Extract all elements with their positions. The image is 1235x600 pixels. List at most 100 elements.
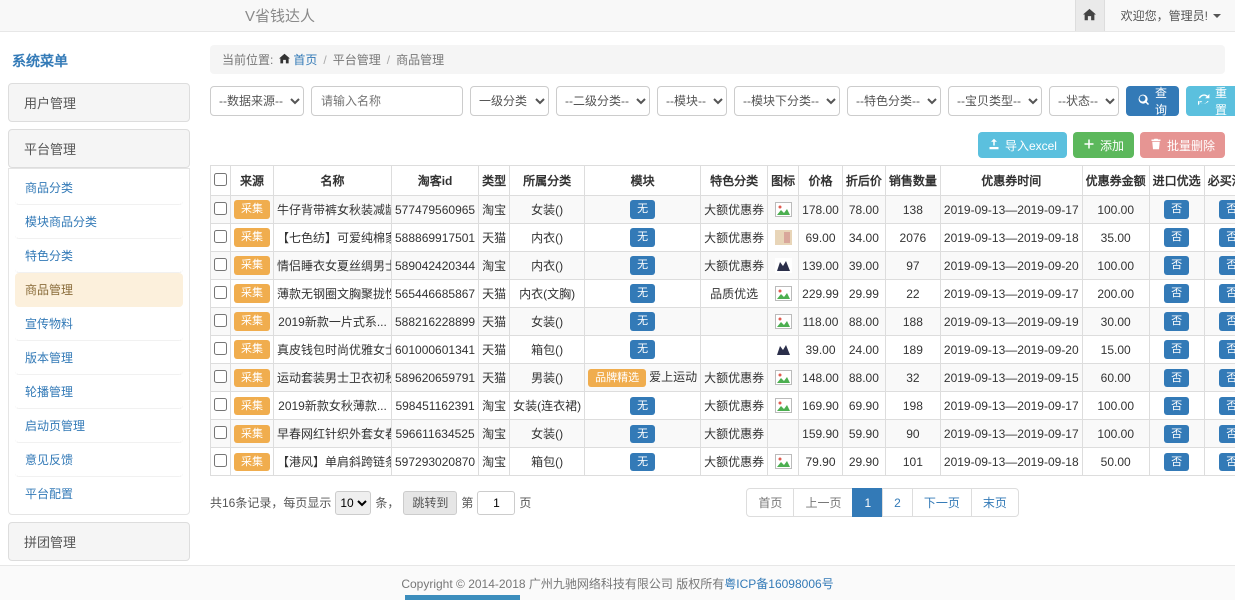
import-select-badge[interactable]: 否 (1164, 228, 1189, 246)
sidebar-item[interactable]: 宣传物料 (15, 307, 183, 341)
page-button[interactable]: 2 (882, 488, 913, 517)
icp-link[interactable]: 粤ICP备16098006号 (724, 575, 833, 592)
filter-select[interactable]: --特色分类-- (847, 86, 941, 116)
batch-delete-button[interactable]: 批量删除 (1140, 132, 1225, 158)
row-checkbox[interactable] (214, 230, 227, 243)
jump-button[interactable]: 跳转到 (403, 491, 457, 515)
sidebar-item[interactable]: 意见反馈 (15, 443, 183, 477)
per-page-select[interactable]: 10 (335, 491, 371, 515)
source-cell: 采集 (231, 196, 274, 224)
table-row: 采集2019新款女秋薄款...598451162391淘宝女装(连衣裙)无大额优… (211, 392, 1235, 420)
filter-select[interactable]: --数据来源-- (210, 86, 304, 116)
filter-select[interactable]: --状态-- (1049, 86, 1119, 116)
table-row: 采集运动套装男士卫衣初秋...589620659791天猫男装()品牌精选爱上运… (211, 364, 1235, 392)
must-buy-badge[interactable]: 否 (1219, 256, 1235, 274)
import-select-cell: 否 (1149, 252, 1204, 280)
page-number-input[interactable] (477, 491, 515, 515)
row-checkbox[interactable] (214, 342, 227, 355)
coupon-time: 2019-09-13—2019-09-15 (940, 364, 1082, 392)
must-buy-badge[interactable]: 否 (1219, 340, 1235, 358)
taoke-id: 598451162391 (392, 392, 479, 420)
row-select-cell (211, 308, 231, 336)
bottom-blue-bar (405, 595, 520, 600)
must-buy-badge[interactable]: 否 (1219, 453, 1235, 471)
breadcrumb-item: 平台管理 (333, 51, 381, 68)
row-checkbox[interactable] (214, 258, 227, 271)
user-menu[interactable]: 欢迎您，管理员! (1105, 7, 1235, 24)
row-checkbox[interactable] (214, 398, 227, 411)
must-buy-cell: 否 (1204, 392, 1235, 420)
import-select-badge[interactable]: 否 (1164, 369, 1189, 387)
filter-select[interactable]: --二级分类-- (556, 86, 650, 116)
row-checkbox[interactable] (214, 454, 227, 467)
sidebar-item[interactable]: 特色分类 (15, 239, 183, 273)
product-type: 淘宝 (479, 252, 510, 280)
sidebar-group-header[interactable]: 平台管理 (8, 129, 190, 168)
icon-cell (768, 336, 799, 364)
import-select-badge[interactable]: 否 (1164, 284, 1189, 302)
sales-count: 97 (885, 252, 940, 280)
search-button[interactable]: 查询 (1126, 86, 1179, 116)
import-select-badge[interactable]: 否 (1164, 397, 1189, 415)
import-select-badge[interactable]: 否 (1164, 453, 1189, 471)
product-name: 薄款无钢圈文胸聚拢性... (274, 280, 392, 308)
sidebar-item[interactable]: 平台配置 (15, 477, 183, 510)
filter-select[interactable]: --宝贝类型-- (948, 86, 1042, 116)
home-button[interactable] (1075, 0, 1105, 31)
page-button[interactable]: 末页 (971, 488, 1019, 517)
sidebar-item[interactable]: 版本管理 (15, 341, 183, 375)
feature-category: 大额优惠券 (701, 252, 768, 280)
sidebar-item[interactable]: 商品管理 (15, 273, 183, 307)
row-checkbox[interactable] (214, 370, 227, 383)
name-search-input[interactable] (311, 86, 463, 116)
module-cell: 无 (585, 308, 701, 336)
page-button[interactable]: 1 (852, 488, 883, 517)
sidebar-group-header[interactable]: 拼团管理 (8, 522, 190, 561)
import-select-badge[interactable]: 否 (1164, 425, 1189, 443)
import-select-badge[interactable]: 否 (1164, 340, 1189, 358)
import-select-badge[interactable]: 否 (1164, 312, 1189, 330)
row-checkbox[interactable] (214, 202, 227, 215)
import-select-badge[interactable]: 否 (1164, 200, 1189, 218)
import-select-cell: 否 (1149, 280, 1204, 308)
taoke-id: 577479560965 (392, 196, 479, 224)
breadcrumb-home-link[interactable]: 首页 (279, 51, 317, 68)
table-row: 采集【七色纺】可爱纯棉家...588869917501天猫内衣()无大额优惠券6… (211, 224, 1235, 252)
must-buy-badge[interactable]: 否 (1219, 425, 1235, 443)
sidebar-item[interactable]: 启动页管理 (15, 409, 183, 443)
select-all-checkbox[interactable] (214, 173, 227, 186)
row-checkbox[interactable] (214, 426, 227, 439)
reset-button[interactable]: 重置 (1186, 86, 1235, 116)
sidebar-item[interactable]: 模块商品分类 (15, 205, 183, 239)
filter-select[interactable]: --模块下分类-- (734, 86, 840, 116)
sidebar-group-header[interactable]: 用户管理 (8, 83, 190, 122)
source-cell: 采集 (231, 420, 274, 448)
must-buy-cell: 否 (1204, 196, 1235, 224)
add-button[interactable]: 添加 (1073, 132, 1134, 158)
discount-price: 34.00 (842, 224, 885, 252)
import-excel-button[interactable]: 导入excel (978, 132, 1067, 158)
must-buy-badge[interactable]: 否 (1219, 284, 1235, 302)
must-buy-cell: 否 (1204, 420, 1235, 448)
filter-select[interactable]: --模块-- (657, 86, 727, 116)
filter-select[interactable]: 一级分类 (470, 86, 549, 116)
sidebar-item[interactable]: 商品分类 (15, 171, 183, 205)
must-buy-badge[interactable]: 否 (1219, 397, 1235, 415)
row-checkbox[interactable] (214, 314, 227, 327)
product-icon (775, 258, 792, 273)
sidebar-item[interactable]: 轮播管理 (15, 375, 183, 409)
must-buy-badge[interactable]: 否 (1219, 369, 1235, 387)
product-name: 情侣睡衣女夏丝绸男士... (274, 252, 392, 280)
upload-icon (988, 138, 1000, 153)
module-cell: 无 (585, 392, 701, 420)
source-cell: 采集 (231, 224, 274, 252)
product-category: 男装() (510, 364, 585, 392)
row-checkbox[interactable] (214, 286, 227, 299)
import-select-badge[interactable]: 否 (1164, 256, 1189, 274)
must-buy-badge[interactable]: 否 (1219, 228, 1235, 246)
page-button[interactable]: 下一页 (912, 488, 972, 517)
module-cell: 无 (585, 224, 701, 252)
product-icon (775, 342, 792, 357)
must-buy-badge[interactable]: 否 (1219, 200, 1235, 218)
must-buy-badge[interactable]: 否 (1219, 312, 1235, 330)
